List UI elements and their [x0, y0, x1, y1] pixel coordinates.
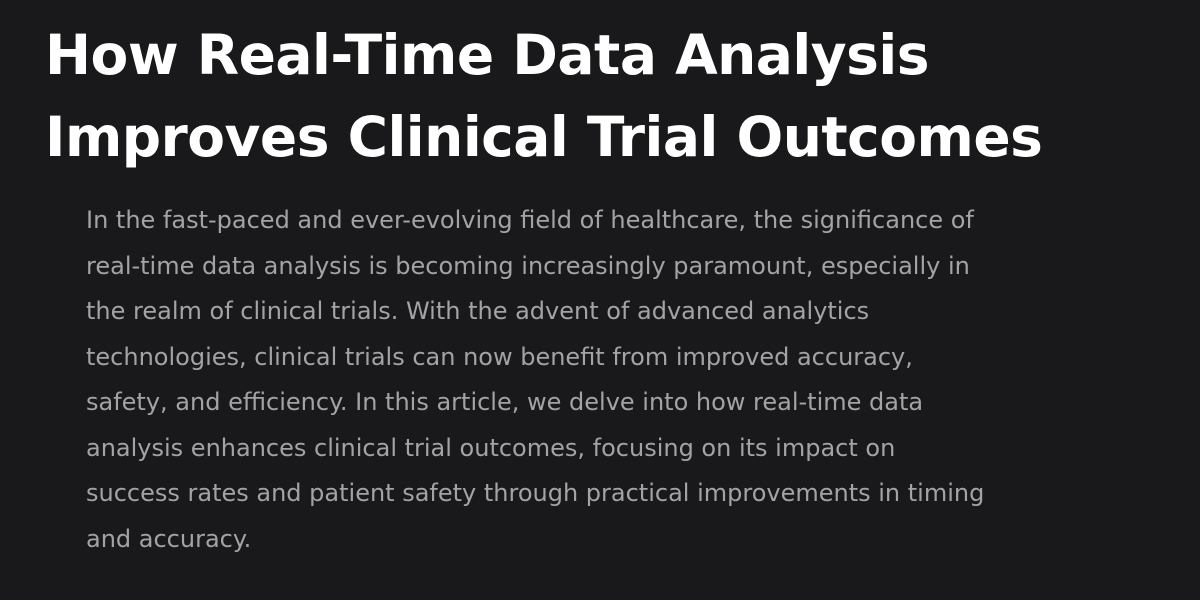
- intro-line: the realm of clinical trials. With the a…: [86, 297, 870, 325]
- article-title-line: Improves Clinical Trial Outcomes: [45, 105, 1043, 169]
- intro-line: success rates and patient safety through…: [86, 479, 985, 507]
- article-page: How Real-Time Data Analysis Improves Cli…: [0, 0, 1200, 600]
- intro-line: analysis enhances clinical trial outcome…: [86, 433, 896, 462]
- article-intro-paragraph: In the fast-paced and ever-evolving fiel…: [86, 198, 1166, 562]
- intro-line: technologies, clinical trials can now be…: [86, 342, 913, 371]
- article-title: How Real-Time Data Analysis Improves Cli…: [45, 14, 1165, 178]
- intro-line: safety, and efficiency. In this article,…: [86, 388, 924, 416]
- intro-line: real-time data analysis is becoming incr…: [86, 251, 970, 280]
- intro-line: In the fast-paced and ever-evolving fiel…: [86, 206, 974, 234]
- intro-line: and accuracy.: [86, 524, 252, 553]
- article-title-line: How Real-Time Data Analysis: [45, 23, 929, 87]
